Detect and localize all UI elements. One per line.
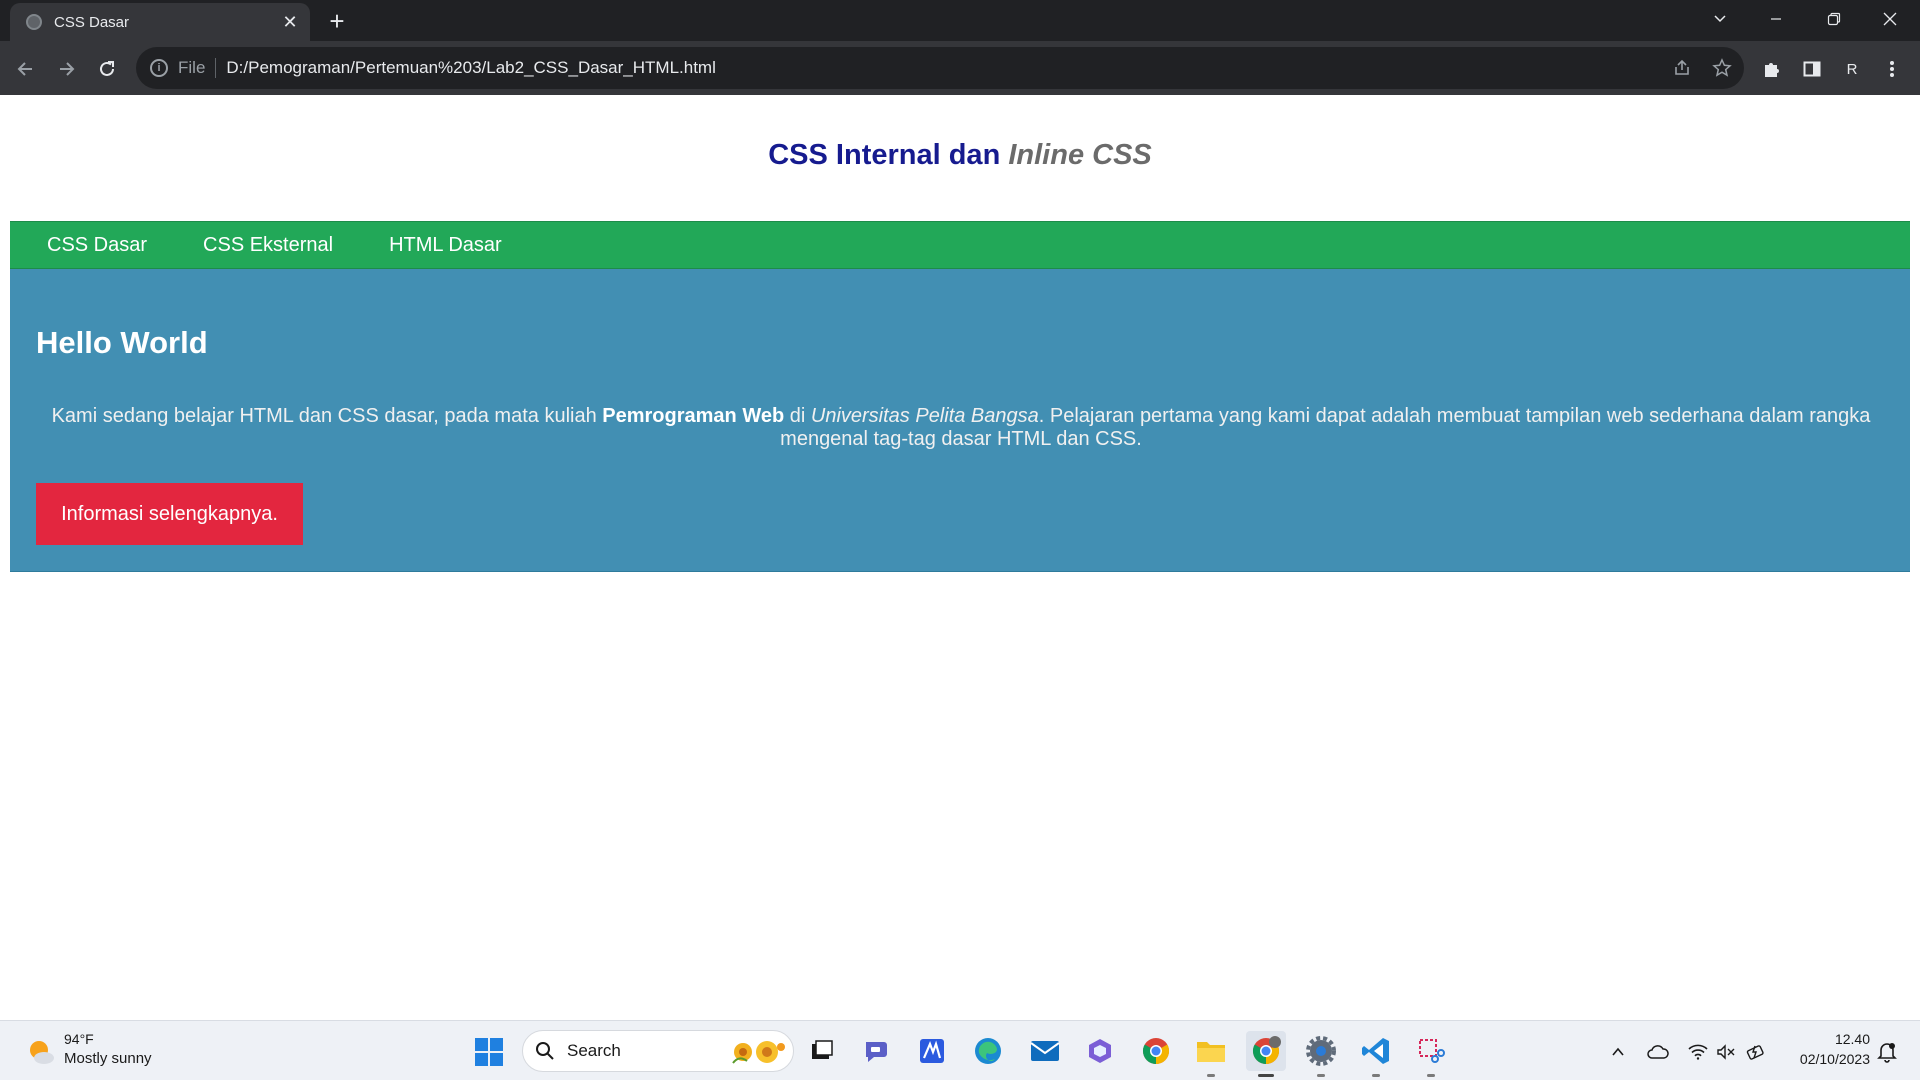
- chrome-profile-icon[interactable]: [1246, 1031, 1286, 1077]
- task-view-icon[interactable]: [802, 1031, 842, 1071]
- onedrive-cloud-icon[interactable]: [1646, 1040, 1670, 1064]
- running-indicator: [1317, 1074, 1325, 1077]
- side-panel-icon[interactable]: [1796, 53, 1828, 85]
- para-italic-university: Universitas Pelita Bangsa: [810, 405, 1039, 427]
- volume-muted-icon[interactable]: [1714, 1040, 1738, 1064]
- main-heading: Hello World: [36, 325, 208, 360]
- running-indicator: [1207, 1074, 1215, 1077]
- address-separator: [215, 58, 217, 78]
- para-text-1: Kami sedang belajar HTML dan CSS dasar, …: [51, 405, 603, 427]
- edge-browser-icon[interactable]: [968, 1031, 1008, 1071]
- mail-icon[interactable]: [1025, 1031, 1065, 1071]
- para-bold-course: Pemrograman Web: [602, 405, 785, 427]
- settings-gear-icon[interactable]: [1301, 1031, 1341, 1077]
- share-icon[interactable]: [1664, 47, 1700, 89]
- active-app-indicator: [1258, 1074, 1274, 1077]
- search-label: Search: [567, 1041, 621, 1060]
- forward-button[interactable]: [50, 53, 82, 85]
- windows-start-icon[interactable]: [474, 1037, 504, 1067]
- chrome-icon[interactable]: [1136, 1031, 1176, 1071]
- minimize-button[interactable]: [1748, 0, 1804, 38]
- header-title-main: CSS Internal dan: [768, 139, 1009, 171]
- tab-title: CSS Dasar: [54, 13, 130, 31]
- extensions-puzzle-icon[interactable]: [1756, 53, 1788, 85]
- main-paragraph: Kami sedang belajar HTML dan CSS dasar, …: [36, 405, 1886, 451]
- teams-chat-icon[interactable]: [857, 1031, 897, 1071]
- battery-charging-icon[interactable]: [1744, 1040, 1768, 1064]
- address-url[interactable]: D:/Pemograman/Pertemuan%203/Lab2_CSS_Das…: [226, 58, 715, 78]
- close-tab-icon[interactable]: ✕: [278, 10, 302, 34]
- browser-tab-bar: CSS Dasar ✕ +: [0, 0, 1920, 41]
- main-section: Hello World Kami sedang belajar HTML dan…: [10, 269, 1910, 572]
- notification-bell-icon[interactable]: [1876, 1041, 1898, 1063]
- weather-description[interactable]: Mostly sunny: [64, 1050, 152, 1067]
- back-button[interactable]: [10, 53, 42, 85]
- file-explorer-icon[interactable]: [1191, 1031, 1231, 1077]
- address-bar[interactable]: i File D:/Pemograman/Pertemuan%203/Lab2_…: [136, 47, 1744, 89]
- menu-kebab-icon[interactable]: [1876, 53, 1908, 85]
- restore-button[interactable]: [1806, 0, 1862, 38]
- profile-avatar[interactable]: R: [1836, 53, 1868, 85]
- windows-taskbar: 94°F Mostly sunny Search 12.40 02/10/202…: [0, 1020, 1920, 1080]
- nav-link-html-dasar[interactable]: HTML Dasar: [389, 234, 502, 257]
- nav-link-css-dasar[interactable]: CSS Dasar: [47, 234, 147, 257]
- nav-link-css-eksternal[interactable]: CSS Eksternal: [203, 234, 333, 257]
- vscode-icon[interactable]: [1356, 1031, 1396, 1077]
- search-icon: [536, 1042, 554, 1060]
- address-scheme-label: File: [178, 58, 206, 77]
- search-highlight-flowers-icon: [732, 1041, 785, 1064]
- more-info-button[interactable]: Informasi selengkapnya.: [36, 483, 303, 545]
- web-page: CSS Internal dan Inline CSS CSS Dasar CS…: [0, 95, 1920, 1020]
- browser-tab[interactable]: CSS Dasar ✕: [10, 3, 310, 41]
- snipping-tool-icon[interactable]: [1411, 1031, 1451, 1077]
- taskbar-search-box[interactable]: Search: [522, 1030, 794, 1072]
- clock-date[interactable]: 02/10/2023: [1784, 1051, 1870, 1067]
- wifi-icon[interactable]: [1686, 1040, 1710, 1064]
- bookmark-star-icon[interactable]: [1704, 47, 1740, 89]
- running-indicator: [1372, 1074, 1380, 1077]
- header-title-inline: Inline CSS: [1008, 139, 1152, 171]
- browser-toolbar: i File D:/Pemograman/Pertemuan%203/Lab2_…: [0, 41, 1920, 95]
- para-text-2: di: [784, 405, 811, 427]
- globe-icon: [26, 14, 42, 30]
- page-nav: CSS Dasar CSS Eksternal HTML Dasar: [10, 221, 1910, 269]
- page-header-title: CSS Internal dan Inline CSS: [0, 139, 1920, 172]
- close-window-button[interactable]: [1862, 0, 1918, 38]
- new-tab-button[interactable]: +: [322, 6, 352, 36]
- reload-button[interactable]: [91, 53, 123, 85]
- running-indicator: [1427, 1074, 1435, 1077]
- mathpix-snip-icon[interactable]: [912, 1031, 952, 1071]
- site-info-icon[interactable]: i: [150, 59, 168, 77]
- weather-sun-cloud-icon[interactable]: [26, 1037, 56, 1067]
- weather-temperature[interactable]: 94°F: [64, 1031, 94, 1047]
- clock-time[interactable]: 12.40: [1822, 1031, 1870, 1047]
- chevron-up-icon[interactable]: [1606, 1040, 1630, 1064]
- tab-search-chevron-icon[interactable]: [1692, 0, 1748, 38]
- copilot-icon[interactable]: [1080, 1031, 1120, 1071]
